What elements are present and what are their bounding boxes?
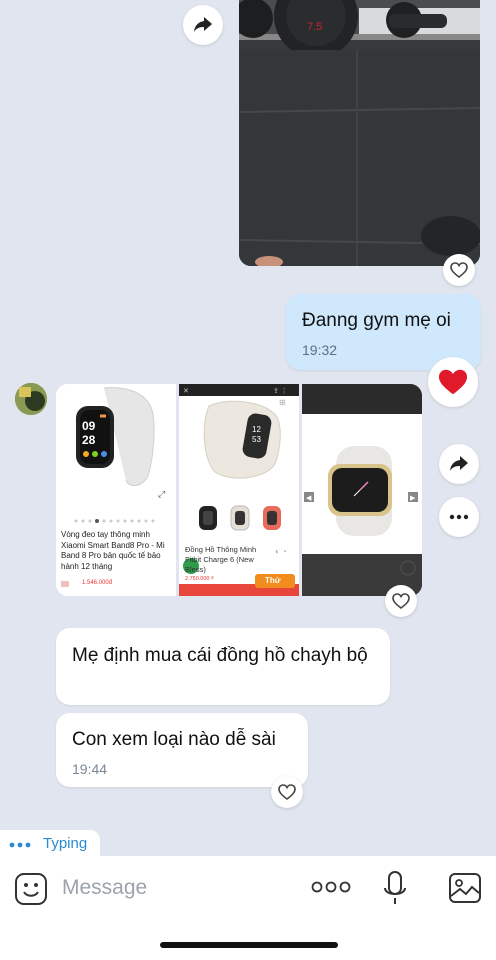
- message-text: Đanng gym mẹ oi: [302, 310, 451, 331]
- product-image-1[interactable]: 09 28 ⤢ Vòng đeo tay thông minh Xiaomi S…: [56, 384, 176, 596]
- avatar-image: [15, 383, 47, 415]
- heart-reaction[interactable]: [428, 357, 478, 407]
- more-icon: [311, 881, 351, 893]
- typing-indicator: Typing: [0, 830, 100, 857]
- product-2-badge: Thử: [265, 576, 281, 585]
- react-heart-button[interactable]: [271, 776, 303, 808]
- sent-photo[interactable]: 7.5: [239, 0, 480, 266]
- svg-text:◐ ◔: ◐ ◔: [275, 547, 287, 556]
- product-1-title: Vòng đeo tay thông minh Xiaomi Smart Ban…: [61, 530, 165, 571]
- mic-icon: [384, 871, 406, 904]
- more-icon: [449, 514, 469, 520]
- message-input[interactable]: Message: [62, 876, 147, 900]
- svg-text:◀: ◀: [306, 495, 312, 502]
- svg-text:09: 09: [82, 419, 96, 433]
- product-2-title: Đồng Hồ Thông Minh Fitbit Charge 6 (New …: [185, 545, 257, 574]
- product-1-price: 1.546.000đ: [82, 580, 113, 586]
- message-text: Con xem loại nào dễ sài: [72, 729, 276, 750]
- svg-text:▶: ▶: [410, 495, 416, 502]
- share-button[interactable]: [439, 444, 479, 484]
- discount-tag: [61, 581, 69, 587]
- product-2-price: 2.750.000 ₫: [185, 576, 214, 582]
- product-3-photo: ◀ ▶: [302, 384, 422, 596]
- image-icon: [449, 873, 481, 903]
- heart-outline-icon: [450, 262, 468, 278]
- message-time: 19:32: [302, 342, 338, 358]
- heart-filled-icon: [439, 369, 467, 395]
- svg-text:⊞: ⊞: [279, 398, 286, 407]
- image-button[interactable]: [448, 872, 482, 909]
- react-heart-button[interactable]: [443, 254, 475, 286]
- message-time: 19:44: [72, 761, 108, 777]
- message-text: Mẹ định mua cái đồng hồ chayh bộ: [72, 645, 368, 666]
- typing-label: Typing: [43, 835, 88, 852]
- product-image-3[interactable]: ◀ ▶: [302, 384, 422, 596]
- mic-button[interactable]: [383, 870, 407, 911]
- react-heart-button[interactable]: [385, 585, 417, 617]
- share-icon: [194, 17, 212, 32]
- svg-text:53: 53: [252, 435, 261, 444]
- svg-text:28: 28: [82, 433, 96, 447]
- heart-outline-icon: [392, 593, 410, 609]
- received-message-bubble[interactable]: Mẹ định mua cái đồng hồ chayh bộ: [56, 628, 390, 705]
- svg-text:✕: ✕: [183, 388, 189, 395]
- svg-text:12: 12: [252, 425, 261, 434]
- photo-content: 7.5: [239, 0, 480, 266]
- svg-text:⇪ ⋮: ⇪ ⋮: [273, 387, 288, 395]
- share-icon: [450, 456, 468, 471]
- sticker-icon: [15, 873, 47, 905]
- share-button[interactable]: [183, 5, 223, 45]
- product-image-2[interactable]: ✕ ⇪ ⋮ ⊞ 12 53 ◐ ◔ Đồng Hồ Thông Minh Fit…: [179, 384, 299, 596]
- more-options-button[interactable]: [439, 497, 479, 537]
- avatar[interactable]: [15, 383, 47, 415]
- svg-text:⤢: ⤢: [157, 489, 165, 499]
- home-indicator: [160, 942, 338, 948]
- more-composer-button[interactable]: [311, 880, 351, 899]
- message-composer: Message: [0, 856, 496, 960]
- typing-dots-icon: [9, 842, 31, 847]
- heart-outline-icon: [278, 784, 296, 800]
- sticker-button[interactable]: [14, 872, 48, 906]
- svg-text:7.5: 7.5: [307, 21, 322, 33]
- received-message-bubble[interactable]: Con xem loại nào dễ sài 19:44: [56, 713, 308, 787]
